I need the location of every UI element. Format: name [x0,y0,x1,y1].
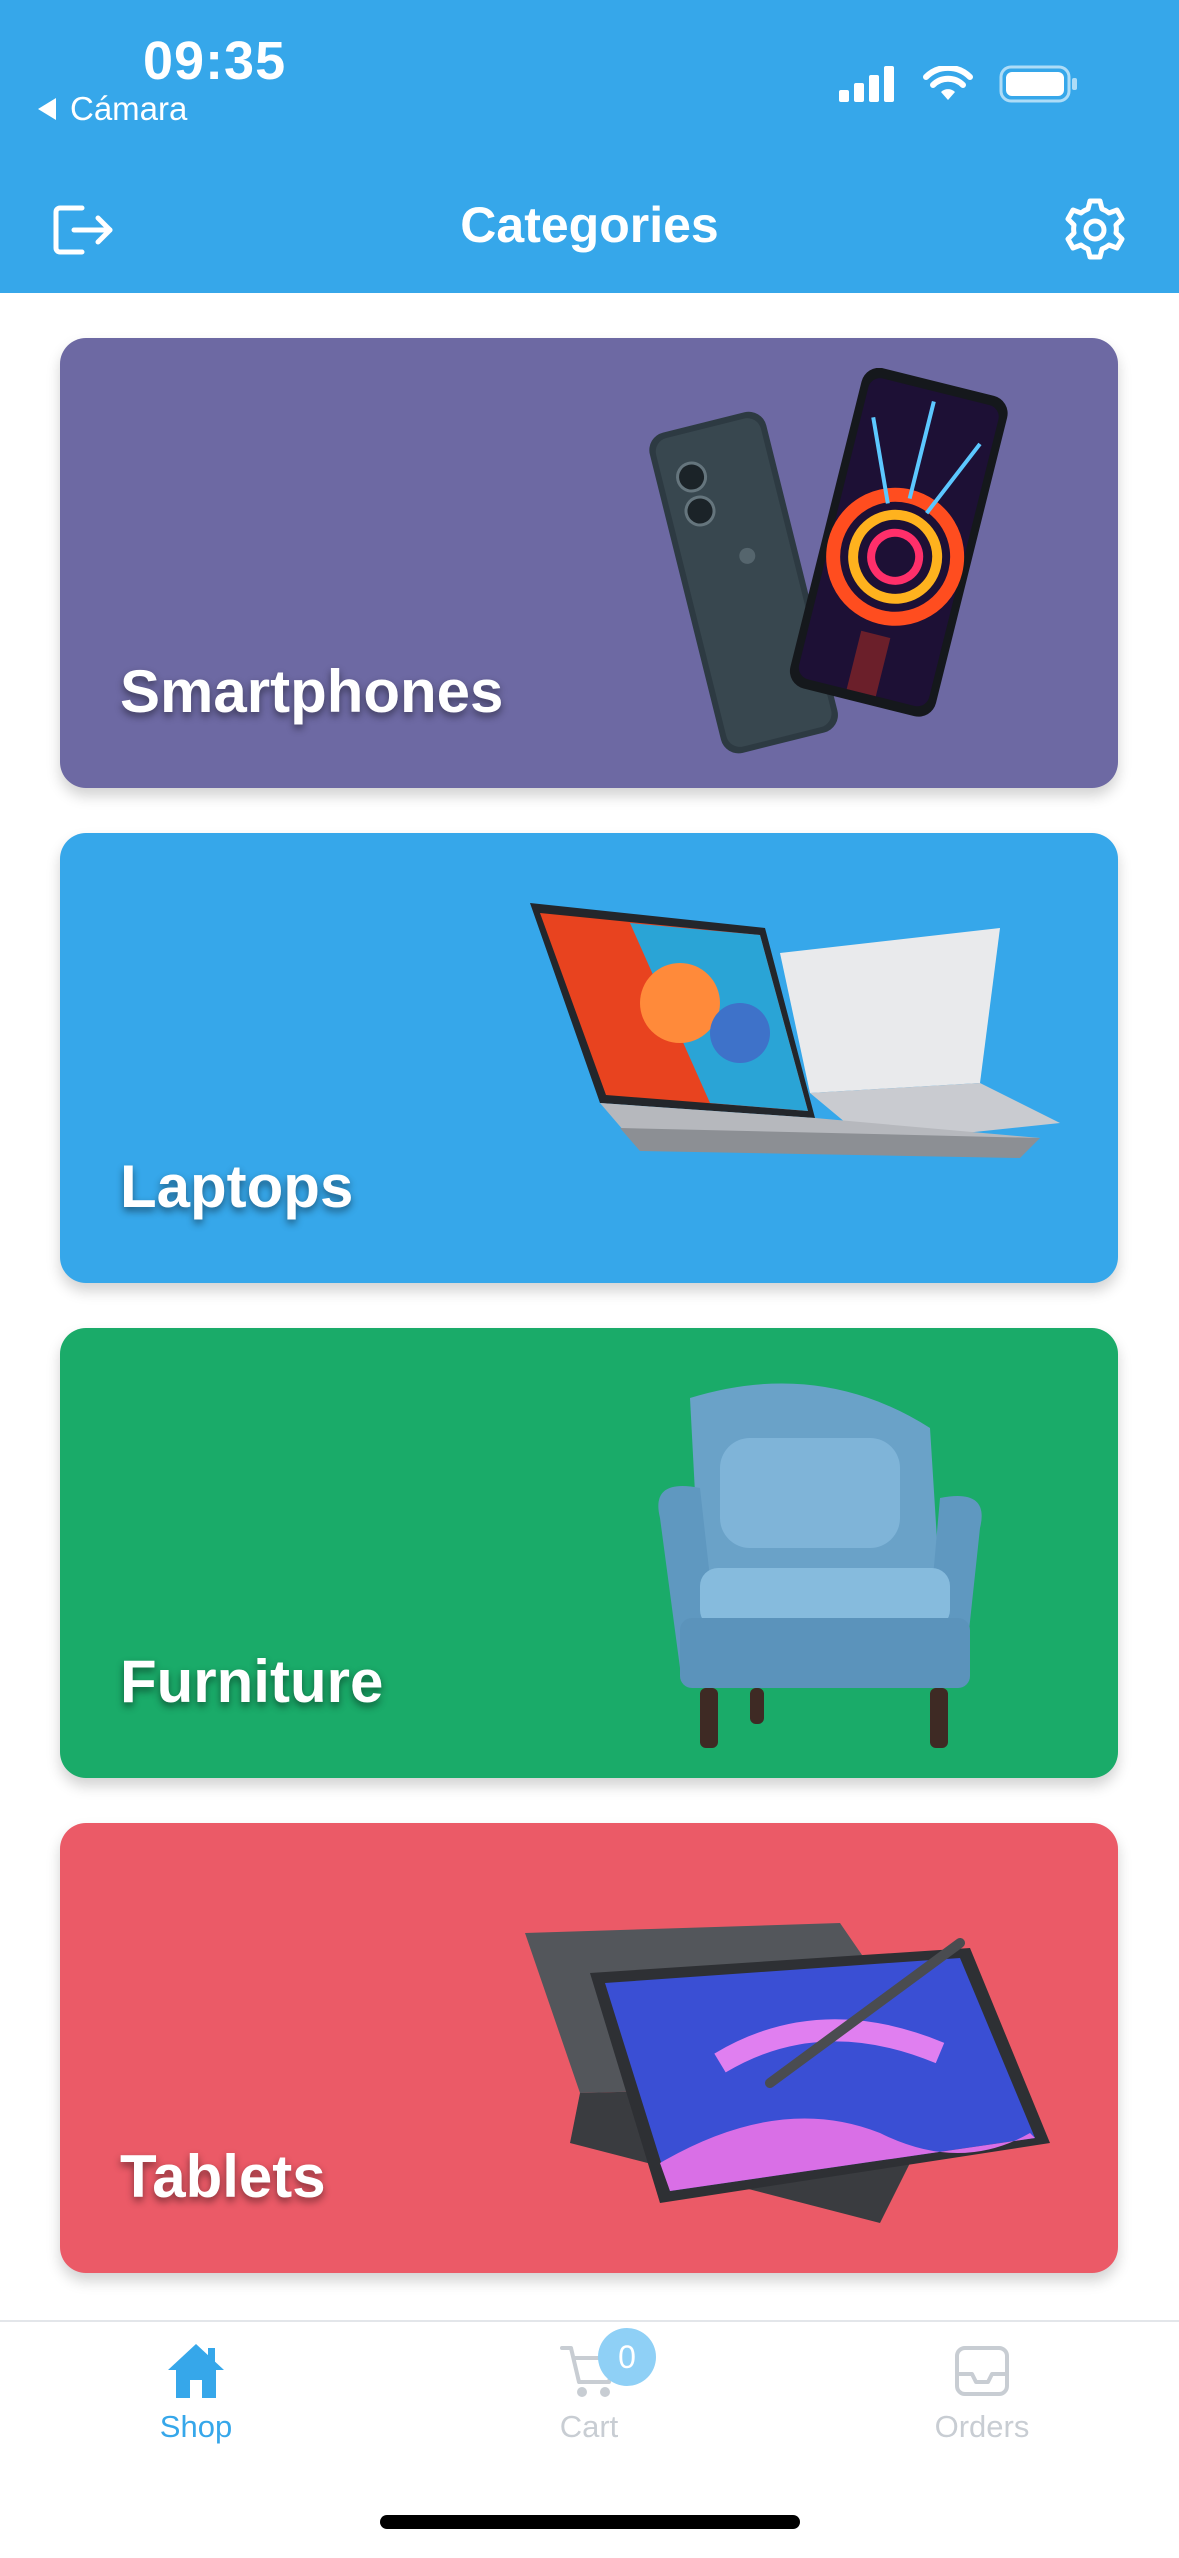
category-card-furniture[interactable]: Furniture [60,1328,1118,1778]
inbox-icon [955,2346,1009,2396]
home-icon [168,2344,224,2398]
tab-cart[interactable]: Cart [489,2342,689,2445]
back-triangle-icon [38,98,56,120]
status-icons [839,64,1079,104]
tab-label: Orders [934,2409,1030,2444]
page-title: Categories [460,197,719,253]
battery-icon [999,65,1077,103]
tab-label: Cart [559,2409,619,2444]
gear-icon [1065,198,1125,260]
category-label: Laptops [120,1153,354,1220]
app-header: 09:35 Cámara Categories [0,0,1179,293]
category-label: Smartphones [120,658,504,725]
category-card-smartphones[interactable]: Smartphones [60,338,1118,788]
signal-icon [839,66,894,102]
tablet-image [525,1923,1050,2223]
wifi-icon [923,66,973,100]
laptops-image [530,903,1060,1158]
tab-label: Shop [159,2409,233,2444]
smartphones-image [649,368,1008,754]
category-label: Furniture [120,1648,384,1715]
back-app-label: Cámara [70,90,188,127]
back-to-app-link[interactable]: Cámara [38,90,187,128]
category-card-tablets[interactable]: Tablets [60,1823,1118,2273]
tab-orders[interactable]: Orders [882,2342,1082,2445]
tab-shop[interactable]: Shop [96,2342,296,2445]
status-time: 09:35 [143,31,287,91]
category-card-laptops[interactable]: Laptops [60,833,1118,1283]
armchair-image [658,1383,982,1748]
cart-count-badge: 0 [598,2328,656,2386]
category-label: Tablets [120,2143,326,2210]
settings-button[interactable] [1055,190,1135,270]
home-indicator [380,2515,800,2529]
